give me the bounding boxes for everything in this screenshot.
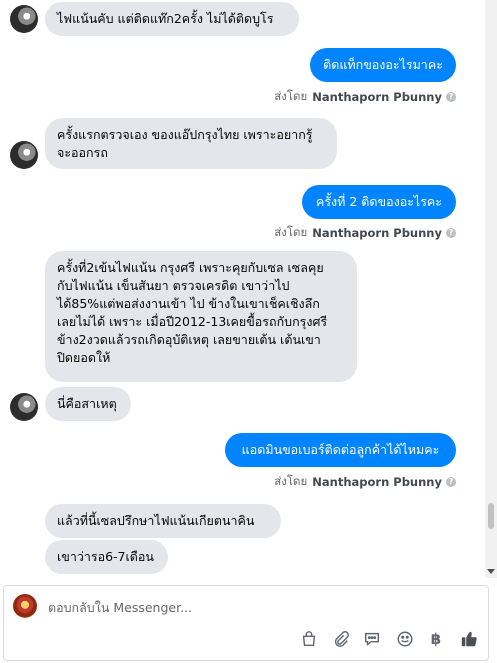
- contact-avatar[interactable]: [10, 393, 38, 421]
- info-circle-icon[interactable]: ?: [446, 477, 456, 487]
- sent-by-prefix: ส่งโดย: [274, 89, 308, 103]
- sent-by-label: ส่งโดย Nanthaporn Pbunny ?: [274, 88, 456, 106]
- baht-icon[interactable]: ฿: [426, 629, 446, 649]
- incoming-message: ไฟแน้นคับ แต่ติดแท๊ก2ครั้ง ไม่ได้ติดบูโร: [45, 2, 299, 36]
- page-avatar: [13, 594, 37, 618]
- thumbs-up-icon[interactable]: [459, 629, 479, 649]
- sender-name[interactable]: Nanthaporn Pbunny: [312, 475, 442, 489]
- outgoing-message: ครั้งที่ 2 ติดของอะไรคะ: [302, 185, 456, 219]
- incoming-message: นี่คือสาเหตุ: [45, 387, 131, 421]
- sent-by-prefix: ส่งโดย: [274, 474, 308, 488]
- incoming-message: ครั้งที่2เข้นไฟแน้น กรุงศรี เพราะคุยกับเ…: [45, 251, 357, 382]
- paperclip-icon[interactable]: [331, 629, 351, 649]
- incoming-message: ครั้งแรกตรวจเอง ของแอ๊ปกรุงไทย เพราะอยาก…: [45, 118, 337, 169]
- incoming-message: แล้วที่นี้เซลปรึกษาไฟแน้นเกียตนาคิน: [45, 504, 281, 538]
- sent-by-label: ส่งโดย Nanthaporn Pbunny ?: [274, 224, 456, 242]
- sent-by-label: ส่งโดย Nanthaporn Pbunny ?: [274, 473, 456, 491]
- message-thread[interactable]: ไฟแน้นคับ แต่ติดแท๊ก2ครั้ง ไม่ได้ติดบูโร…: [0, 0, 485, 575]
- contact-avatar[interactable]: [10, 141, 38, 169]
- sender-name[interactable]: Nanthaporn Pbunny: [312, 90, 442, 104]
- scroll-down-arrow-icon[interactable]: [487, 569, 495, 574]
- outgoing-message: ติดแท็กของอะไรมาคะ: [310, 48, 456, 82]
- info-circle-icon[interactable]: ?: [446, 92, 456, 102]
- quick-reply-icon[interactable]: [362, 629, 382, 649]
- contact-avatar[interactable]: [10, 5, 38, 33]
- reply-input[interactable]: [48, 598, 348, 616]
- sent-by-prefix: ส่งโดย: [274, 225, 308, 239]
- scrollbar-thumb[interactable]: [488, 503, 494, 529]
- info-circle-icon[interactable]: ?: [446, 228, 456, 238]
- outgoing-message: แอดมินขอเบอร์ติดต่อลูกค้าได้ไหมคะ: [225, 433, 456, 467]
- scrollbar[interactable]: [485, 0, 497, 578]
- reply-composer: ฿: [3, 585, 489, 661]
- shopping-bag-icon[interactable]: [299, 629, 319, 649]
- incoming-message: เขาว่ารอ6-7เดือน: [45, 540, 168, 574]
- sender-name[interactable]: Nanthaporn Pbunny: [312, 226, 442, 240]
- emoji-icon[interactable]: [395, 629, 415, 649]
